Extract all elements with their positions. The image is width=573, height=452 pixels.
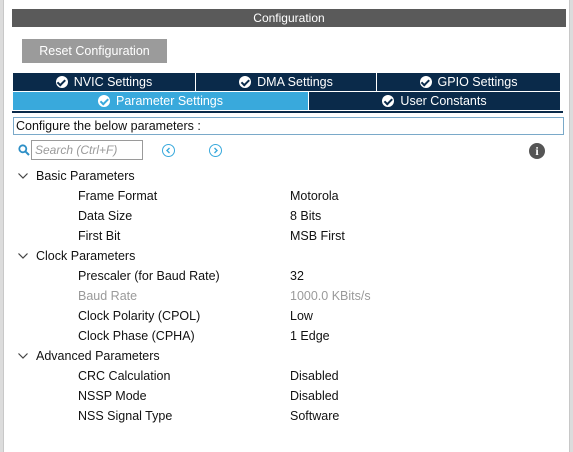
chevron-left-icon [165, 147, 170, 153]
param-row-clock-phase[interactable]: Clock Phase (CPHA) 1 Edge [17, 326, 557, 346]
search-icon [18, 144, 30, 156]
param-name: First Bit [78, 229, 121, 243]
param-row-crc-calculation[interactable]: CRC Calculation Disabled [17, 366, 557, 386]
param-row-clock-polarity[interactable]: Clock Polarity (CPOL) Low [17, 306, 557, 326]
param-value[interactable]: 1 Edge [290, 326, 330, 346]
tab-label: DMA Settings [257, 75, 333, 89]
group-label: Basic Parameters [36, 169, 135, 183]
search-previous-button[interactable] [162, 144, 175, 157]
param-name: Clock Polarity (CPOL) [78, 309, 201, 323]
search-next-button[interactable] [209, 144, 222, 157]
check-circle-icon [419, 76, 432, 88]
tab-label: Parameter Settings [116, 94, 223, 108]
param-value[interactable]: 32 [290, 266, 304, 286]
reset-configuration-button[interactable]: Reset Configuration [22, 39, 167, 63]
param-value[interactable]: Motorola [290, 186, 339, 206]
group-clock-parameters[interactable]: Clock Parameters [17, 246, 557, 266]
param-value[interactable]: Software [290, 406, 339, 426]
chevron-down-icon[interactable] [17, 170, 29, 182]
param-name: Data Size [78, 209, 133, 223]
param-row-prescaler[interactable]: Prescaler (for Baud Rate) 32 [17, 266, 557, 286]
tab-parameter-settings[interactable]: Parameter Settings [13, 92, 308, 110]
check-circle-icon [98, 95, 110, 107]
param-row-baud-rate: Baud Rate 1000.0 KBits/s [17, 286, 557, 306]
tab-dma-settings[interactable]: DMA Settings [196, 73, 376, 91]
param-row-first-bit[interactable]: First Bit MSB First [17, 226, 557, 246]
tab-label: NVIC Settings [73, 75, 153, 89]
tab-user-constants[interactable]: User Constants [309, 92, 560, 110]
group-label: Clock Parameters [36, 249, 136, 263]
check-circle-icon [239, 76, 252, 88]
search-input[interactable] [31, 140, 143, 160]
param-name: NSS Signal Type [78, 409, 173, 423]
check-circle-icon [55, 76, 68, 88]
param-name: Baud Rate [78, 289, 138, 303]
param-value[interactable]: 8 Bits [290, 206, 321, 226]
info-icon[interactable]: i [529, 143, 545, 159]
param-name: NSSP Mode [78, 389, 147, 403]
param-name: Clock Phase (CPHA) [78, 329, 195, 343]
param-row-nss-signal-type[interactable]: NSS Signal Type Software [17, 406, 557, 426]
param-value[interactable]: Disabled [290, 366, 339, 386]
chevron-down-icon[interactable] [17, 350, 29, 362]
param-value[interactable]: Disabled [290, 386, 339, 406]
param-row-nssp-mode[interactable]: NSSP Mode Disabled [17, 386, 557, 406]
group-label: Advanced Parameters [36, 349, 160, 363]
param-row-data-size[interactable]: Data Size 8 Bits [17, 206, 557, 226]
panel-title: Configuration [12, 9, 566, 27]
tab-gpio-settings[interactable]: GPIO Settings [377, 73, 560, 91]
param-name: CRC Calculation [78, 369, 171, 383]
param-row-frame-format[interactable]: Frame Format Motorola [17, 186, 557, 206]
chevron-down-icon[interactable] [17, 250, 29, 262]
param-name: Prescaler (for Baud Rate) [78, 269, 220, 283]
param-value: 1000.0 KBits/s [290, 289, 371, 303]
tab-label: User Constants [400, 94, 487, 108]
param-value[interactable]: Low [290, 306, 313, 326]
group-advanced-parameters[interactable]: Advanced Parameters [17, 346, 557, 366]
param-value[interactable]: MSB First [290, 226, 345, 246]
tab-divider [12, 111, 563, 113]
group-basic-parameters[interactable]: Basic Parameters [17, 166, 557, 186]
tab-label: GPIO Settings [437, 75, 518, 89]
check-circle-icon [382, 95, 395, 107]
param-name: Frame Format [78, 189, 158, 203]
chevron-right-icon [213, 147, 218, 153]
parameter-tree: Basic Parameters Frame Format Motorola D… [17, 166, 557, 426]
configure-description: Configure the below parameters : [13, 117, 564, 135]
tab-nvic-settings[interactable]: NVIC Settings [13, 73, 195, 91]
